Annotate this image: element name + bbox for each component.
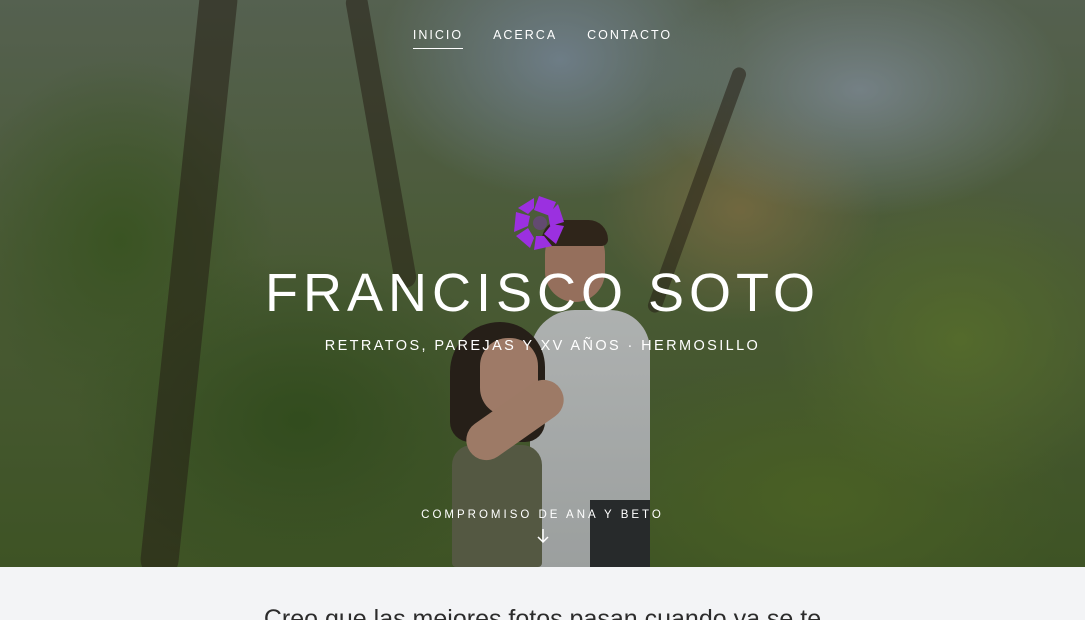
camera-shutter-logo [514, 196, 564, 250]
photo-caption: COMPROMISO DE ANA Y BETO [421, 509, 664, 521]
hero-section: INICIO ACERCA CONTACTO FRANCISCO SOTO RE… [0, 0, 1085, 567]
arrow-down-icon[interactable] [535, 527, 551, 545]
main-nav: INICIO ACERCA CONTACTO [0, 28, 1085, 49]
intro-text: Creo que las mejores fotos pasan cuando … [263, 605, 822, 620]
nav-item-acerca[interactable]: ACERCA [493, 28, 557, 49]
nav-item-contacto[interactable]: CONTACTO [587, 28, 672, 49]
site-subtitle: RETRATOS, PAREJAS Y XV AÑOS · HERMOSILLO [324, 338, 761, 354]
site-title: FRANCISCO SOTO [264, 263, 821, 323]
nav-item-inicio[interactable]: INICIO [412, 28, 464, 49]
intro-section: Creo que las mejores fotos pasan cuando … [0, 567, 1085, 620]
